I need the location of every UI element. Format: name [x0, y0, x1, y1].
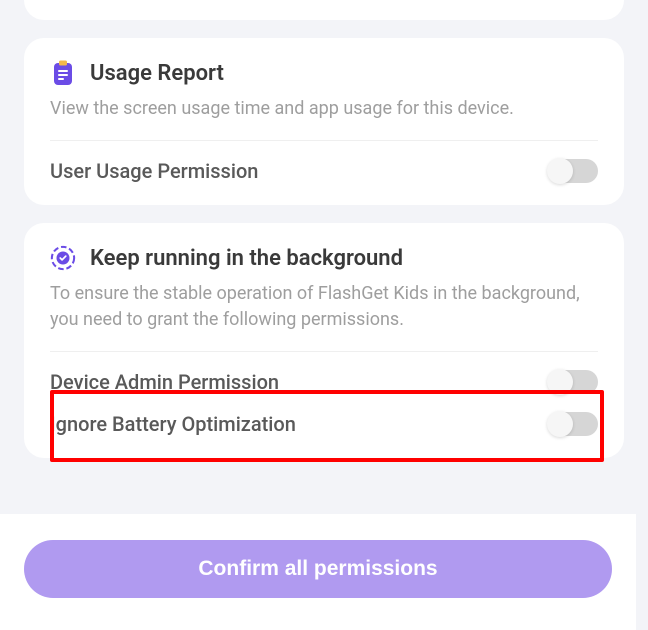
perm-label: Ignore Battery Optimization — [50, 412, 296, 436]
shield-check-icon — [50, 245, 76, 271]
card-title: Keep running in the background — [90, 246, 403, 271]
highlight-container: Ignore Battery Optimization — [50, 394, 598, 436]
card-desc: View the screen usage time and app usage… — [50, 96, 598, 122]
clipboard-icon — [50, 60, 76, 86]
battery-opt-toggle[interactable] — [548, 412, 598, 436]
usage-report-card: Usage Report View the screen usage time … — [24, 38, 624, 205]
previous-card-bottom — [24, 0, 624, 20]
background-running-card: Keep running in the background To ensure… — [24, 223, 624, 458]
perm-label: User Usage Permission — [50, 159, 258, 183]
ignore-battery-optimization-row[interactable]: Ignore Battery Optimization — [50, 394, 598, 436]
perm-label: Device Admin Permission — [50, 370, 279, 394]
card-desc: To ensure the stable operation of FlashG… — [50, 281, 598, 333]
user-usage-toggle[interactable] — [548, 159, 598, 183]
device-admin-toggle[interactable] — [548, 370, 598, 394]
device-admin-permission-row[interactable]: Device Admin Permission — [50, 352, 598, 394]
user-usage-permission-row[interactable]: User Usage Permission — [50, 141, 598, 183]
card-title: Usage Report — [90, 61, 224, 86]
card-header: Usage Report — [50, 60, 598, 86]
card-header: Keep running in the background — [50, 245, 598, 271]
confirm-all-button[interactable]: Confirm all permissions — [24, 540, 612, 598]
confirm-bar: Confirm all permissions — [0, 514, 636, 630]
content: Usage Report View the screen usage time … — [0, 0, 648, 588]
